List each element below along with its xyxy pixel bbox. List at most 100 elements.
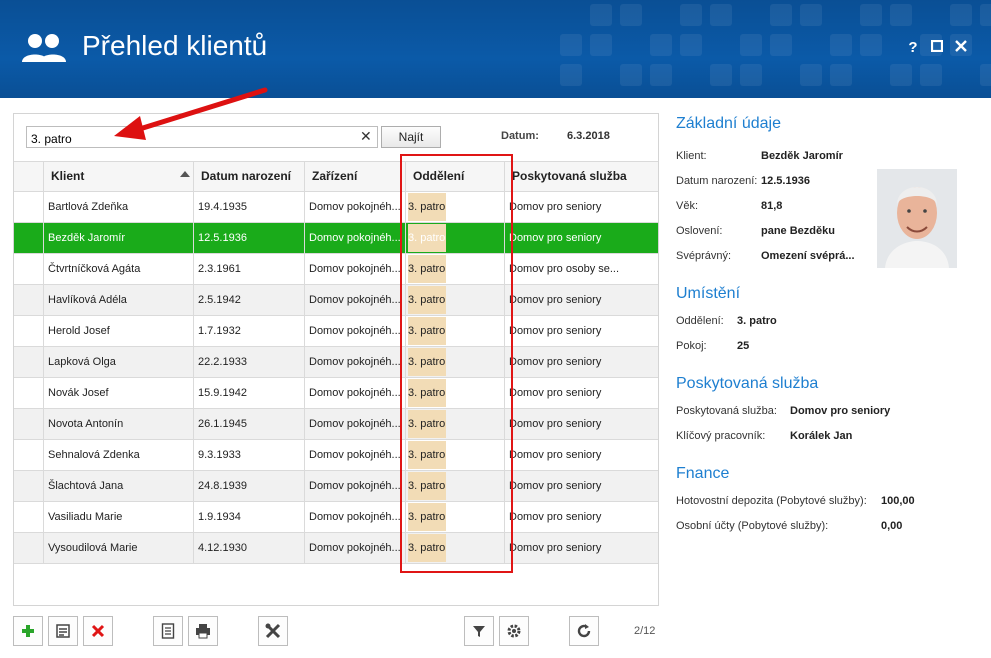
delete-button[interactable] bbox=[83, 616, 113, 646]
clear-search-icon[interactable]: ✕ bbox=[360, 128, 372, 145]
row-selector[interactable] bbox=[14, 285, 44, 315]
cell-klient: Herold Josef bbox=[44, 316, 194, 346]
titlebar-decor-tile bbox=[620, 4, 642, 26]
cell-sluzba: Domov pro seniory bbox=[509, 542, 602, 554]
client-list-panel: ✕ Najít Datum: 6.3.2018 Klient Datum nar… bbox=[13, 113, 659, 606]
key-worker-label: Klíčový pracovník: bbox=[676, 430, 766, 442]
row-selector[interactable] bbox=[14, 440, 44, 470]
row-selector[interactable] bbox=[14, 378, 44, 408]
table-row[interactable]: Novák Josef 15.9.1942 Domov pokojnéh... 3. … bbox=[14, 378, 658, 409]
tools-button[interactable] bbox=[258, 616, 288, 646]
section-service-title: Poskytovaná služba bbox=[676, 375, 819, 392]
table-row[interactable]: Vasiliadu Marie 1.9.1934 Domov pokojnéh...… bbox=[14, 502, 658, 533]
age-value: 81,8 bbox=[761, 200, 783, 212]
cell-klient: Sehnalová Zdenka bbox=[44, 440, 194, 470]
cell-datum-narozeni: 1.9.1934 bbox=[194, 502, 305, 532]
delete-icon bbox=[91, 624, 105, 638]
header-sluzba[interactable]: Poskytovaná služba bbox=[505, 162, 645, 192]
cell-klient: Havlíková Adéla bbox=[44, 285, 194, 315]
cell-datum-narozeni: 2.5.1942 bbox=[194, 285, 305, 315]
refresh-button[interactable] bbox=[569, 616, 599, 646]
row-selector[interactable] bbox=[14, 471, 44, 501]
row-selector[interactable] bbox=[14, 254, 44, 284]
row-selector[interactable] bbox=[14, 502, 44, 532]
settings-icon bbox=[507, 624, 521, 638]
annotation-arrow-icon bbox=[114, 87, 268, 140]
row-selector[interactable] bbox=[14, 316, 44, 346]
print-button[interactable] bbox=[188, 616, 218, 646]
titlebar-decor-tile bbox=[680, 4, 702, 26]
find-button[interactable]: Najít bbox=[381, 126, 441, 148]
titlebar-decor-tile bbox=[620, 64, 642, 86]
help-button[interactable]: ? bbox=[903, 38, 923, 58]
cell-datum-narozeni: 4.12.1930 bbox=[194, 533, 305, 563]
table-row[interactable]: Šlachtová Jana 24.8.1939 Domov pokojnéh...… bbox=[14, 471, 658, 502]
cell-zarizeni: Domov pokojnéh... bbox=[305, 347, 406, 377]
table-row[interactable]: Bartlová Zdeňka 19.4.1935 Domov pokojnéh..… bbox=[14, 192, 658, 223]
close-button[interactable] bbox=[951, 38, 971, 58]
cell-sluzba: Domov pro seniory bbox=[509, 232, 602, 244]
annotation-highlight-box bbox=[400, 154, 513, 573]
edit-button[interactable] bbox=[48, 616, 78, 646]
deposit-value: 100,00 bbox=[881, 495, 915, 507]
cell-sluzba: Domov pro seniory bbox=[509, 201, 602, 213]
titlebar-decor-tile bbox=[740, 64, 762, 86]
table-row[interactable]: Čtvrtníčková Agáta 2.3.1961 Domov pokojnéh… bbox=[14, 254, 658, 285]
cell-sluzba: Domov pro seniory bbox=[509, 418, 602, 430]
row-selector[interactable] bbox=[14, 192, 44, 222]
cell-zarizeni: Domov pokojnéh... bbox=[305, 440, 406, 470]
titlebar-decor-tile bbox=[800, 4, 822, 26]
table-row[interactable]: Herold Josef 1.7.1932 Domov pokojnéh... 3. … bbox=[14, 316, 658, 347]
filter-button[interactable] bbox=[464, 616, 494, 646]
table-row[interactable]: Havlíková Adéla 2.5.1942 Domov pokojnéh...… bbox=[14, 285, 658, 316]
titlebar-decor-tile bbox=[560, 34, 582, 56]
cell-klient: Novota Antonín bbox=[44, 409, 194, 439]
titlebar-decor-tile bbox=[860, 34, 882, 56]
titlebar-decor-tile bbox=[770, 4, 792, 26]
add-button[interactable] bbox=[13, 616, 43, 646]
table-row[interactable]: Novota Antonín 26.1.1945 Domov pokojnéh...… bbox=[14, 409, 658, 440]
cell-datum-narozeni: 24.8.1939 bbox=[194, 471, 305, 501]
personal-accounts-value: 0,00 bbox=[881, 520, 903, 532]
maximize-button[interactable] bbox=[927, 38, 947, 58]
row-selector[interactable] bbox=[14, 223, 44, 253]
cell-datum-narozeni: 2.3.1961 bbox=[194, 254, 305, 284]
titlebar-decor-tile bbox=[800, 64, 822, 86]
row-selector[interactable] bbox=[14, 533, 44, 563]
row-selector[interactable] bbox=[14, 347, 44, 377]
cell-klient: Vysoudilová Marie bbox=[44, 533, 194, 563]
header-klient[interactable]: Klient bbox=[44, 162, 194, 192]
table-row[interactable]: Lapková Olga 22.2.1933 Domov pokojnéh... 3.… bbox=[14, 347, 658, 378]
cell-zarizeni: Domov pokojnéh... bbox=[305, 378, 406, 408]
cell-sluzba: Domov pro seniory bbox=[509, 449, 602, 461]
titlebar-decor-tile bbox=[560, 64, 582, 86]
header-selector bbox=[14, 162, 44, 192]
table-row[interactable]: Vysoudilová Marie 4.12.1930 Domov pokojnéh… bbox=[14, 533, 658, 564]
table-row[interactable]: Bezděk Jaromír 12.5.1936 Domov pokojnéh...… bbox=[14, 223, 658, 254]
header-zarizeni[interactable]: Zařízení bbox=[305, 162, 406, 192]
header-datum-narozeni[interactable]: Datum narození bbox=[194, 162, 305, 192]
print-icon bbox=[196, 624, 210, 639]
pager-indicator: 2/12 bbox=[634, 625, 656, 637]
users-icon bbox=[22, 34, 66, 62]
greeting-value: pane Bezděku bbox=[761, 225, 835, 237]
document-button[interactable] bbox=[153, 616, 183, 646]
titlebar-decor-tile bbox=[890, 4, 912, 26]
titlebar-decor-tile bbox=[770, 34, 792, 56]
cell-datum-narozeni: 15.9.1942 bbox=[194, 378, 305, 408]
window-title: Přehled klientů bbox=[82, 30, 268, 61]
grid-header: Klient Datum narození Zařízení Oddělení … bbox=[14, 161, 658, 192]
filter-icon bbox=[473, 626, 485, 637]
document-icon bbox=[161, 623, 175, 639]
cell-datum-narozeni: 22.2.1933 bbox=[194, 347, 305, 377]
cell-zarizeni: Domov pokojnéh... bbox=[305, 223, 406, 253]
section-placement-title: Umístění bbox=[676, 285, 741, 302]
titlebar-decor-tile bbox=[590, 4, 612, 26]
personal-accounts-label: Osobní účty (Pobytové služby): bbox=[676, 520, 829, 532]
settings-button[interactable] bbox=[499, 616, 529, 646]
row-selector[interactable] bbox=[14, 409, 44, 439]
titlebar-decor-tile bbox=[650, 64, 672, 86]
table-row[interactable]: Sehnalová Zdenka 9.3.1933 Domov pokojnéh..… bbox=[14, 440, 658, 471]
klient-value: Bezděk Jaromír bbox=[761, 150, 843, 162]
cell-zarizeni: Domov pokojnéh... bbox=[305, 533, 406, 563]
